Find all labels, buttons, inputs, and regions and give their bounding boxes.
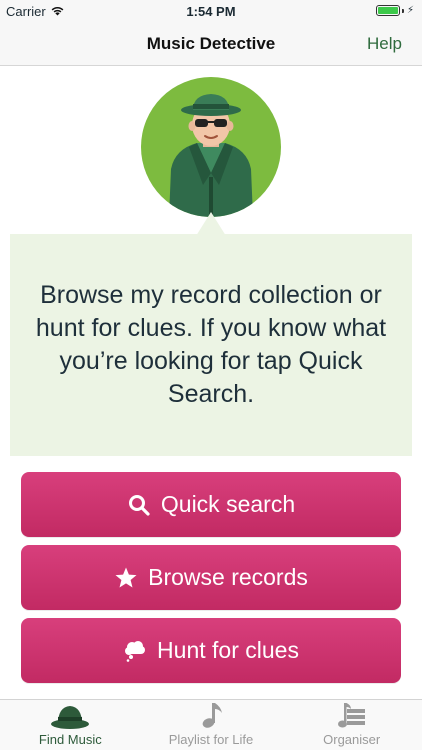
organiser-icon bbox=[332, 701, 372, 731]
tab-label-playlist-for-life: Playlist for Life bbox=[168, 732, 254, 747]
browse-records-label: Browse records bbox=[148, 564, 308, 590]
hunt-for-clues-label: Hunt for clues bbox=[157, 637, 299, 663]
browse-records-button[interactable]: Browse records bbox=[21, 545, 401, 610]
status-bar: Carrier 1:54 PM ⚡ bbox=[0, 0, 422, 22]
detective-hat-icon bbox=[50, 701, 90, 731]
tab-label-find-music: Find Music bbox=[38, 732, 102, 747]
battery-icon: ⚡ bbox=[375, 5, 414, 16]
page-title: Music Detective bbox=[146, 34, 276, 53]
tab-bar: Find Music Playlist for Life Organiser bbox=[0, 699, 422, 750]
quick-search-label: Quick search bbox=[160, 491, 296, 517]
navigation-bar: Music Detective Help bbox=[0, 22, 422, 66]
tab-playlist-for-life[interactable]: Playlist for Life bbox=[141, 700, 282, 750]
help-button[interactable]: Help bbox=[367, 34, 402, 54]
speech-bubble-tail bbox=[196, 212, 226, 236]
detective-avatar bbox=[141, 77, 281, 217]
search-icon bbox=[127, 493, 151, 517]
tab-find-music[interactable]: Find Music bbox=[0, 700, 141, 750]
tab-organiser[interactable]: Organiser bbox=[281, 700, 422, 750]
music-note-icon bbox=[191, 701, 231, 731]
charging-icon: ⚡ bbox=[406, 5, 414, 16]
quick-search-button[interactable]: Quick search bbox=[21, 472, 401, 537]
intro-message: Browse my record collection or hunt for … bbox=[35, 281, 387, 408]
thought-bubble-icon bbox=[123, 639, 147, 663]
tab-label-organiser: Organiser bbox=[323, 732, 381, 747]
star-icon bbox=[114, 566, 138, 590]
status-time: 1:54 PM bbox=[186, 4, 236, 19]
speech-bubble: Browse my record collection or hunt for … bbox=[10, 234, 412, 456]
hunt-for-clues-button[interactable]: Hunt for clues bbox=[21, 618, 401, 683]
